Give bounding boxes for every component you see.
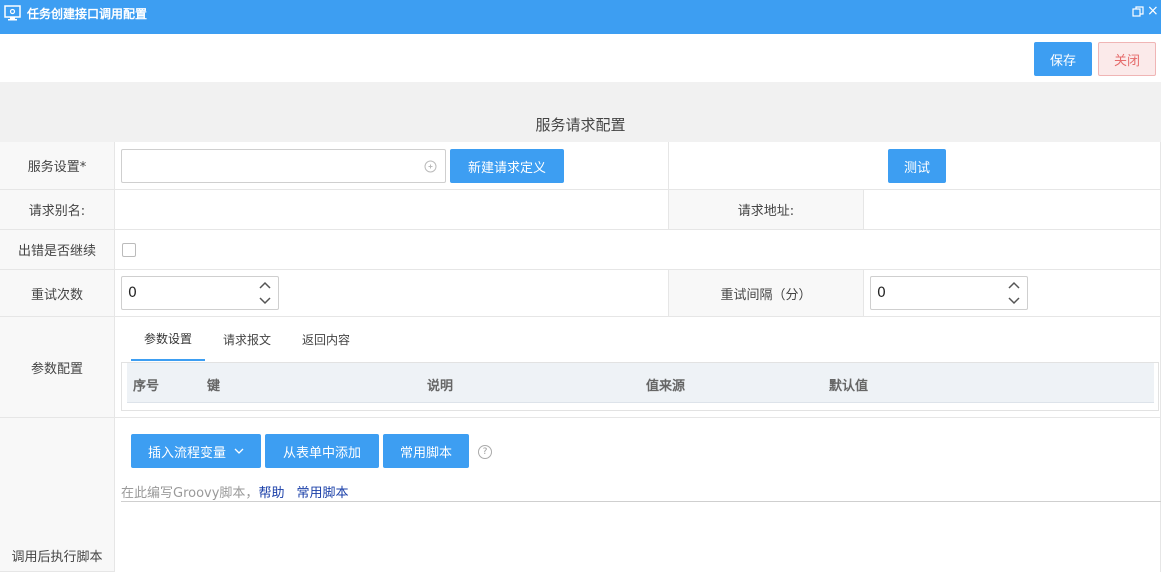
script-placeholder: 在此编写Groovy脚本， [121,486,259,501]
retry-interval-label: 重试间隔（分） [669,270,864,317]
new-request-definition-button[interactable]: 新建请求定义 [450,149,564,183]
tab-param-settings[interactable]: 参数设置 [131,317,205,361]
tab-request-message[interactable]: 请求报文 [211,317,283,361]
column-header-default-value: 默认值 [829,379,869,394]
insert-process-variable-button[interactable]: 插入流程变量 [131,434,261,468]
column-header-description: 说明 [427,379,454,394]
restore-icon[interactable] [1132,6,1144,18]
test-button[interactable]: 测试 [888,149,946,183]
tab-response-content[interactable]: 返回内容 [291,317,361,361]
help-link[interactable]: 帮助 [258,486,284,501]
groovy-script-editor[interactable]: 在此编写Groovy脚本，帮助 常用脚本 [121,482,1161,502]
request-alias-value [115,190,669,230]
service-setting-cell: 新建请求定义 [115,142,669,190]
insert-process-variable-label: 插入流程变量 [147,445,226,461]
close-window-icon[interactable]: × [1147,3,1159,19]
request-alias-label: 请求别名: [0,190,115,230]
top-toolbar: 保存 关闭 [0,34,1161,82]
column-header-key: 键 [207,379,221,394]
retry-count-stepper[interactable]: 0 [121,276,279,310]
service-request-form: 服务设置* 新建请求定义 测试 请求别名: 请求地址: 出错是否继续 重试次数 … [0,142,1161,572]
continue-on-error-checkbox[interactable] [122,243,136,257]
request-url-label: 请求地址: [669,190,864,230]
param-table-header: 序号 键 说明 值来源 默认值 [127,363,1154,403]
post-call-script-label: 调用后执行脚本 [0,418,115,572]
chevron-down-icon [234,448,244,454]
service-setting-label: 服务设置* [0,142,115,190]
retry-count-value: 0 [128,285,137,301]
retry-interval-cell: 0 [864,270,1161,317]
service-input[interactable] [121,149,446,183]
save-button[interactable]: 保存 [1034,42,1092,76]
retry-interval-value: 0 [877,285,886,301]
stepper-arrows-icon[interactable] [1007,279,1021,307]
column-header-value-source: 值来源 [646,379,686,394]
common-script-link[interactable]: 常用脚本 [296,486,348,501]
window-title: 任务创建接口调用配置 [27,7,148,21]
section-header: 服务请求配置 [0,82,1161,142]
close-button[interactable]: 关闭 [1098,42,1156,76]
param-config-label: 参数配置 [0,317,115,418]
retry-count-cell: 0 [115,270,669,317]
section-title: 服务请求配置 [535,116,626,134]
continue-on-error-label: 出错是否继续 [0,230,115,270]
request-url-value [864,190,1161,230]
add-from-form-button[interactable]: 从表单中添加 [265,434,379,468]
retry-count-label: 重试次数 [0,270,115,317]
test-cell: 测试 [669,142,1161,190]
retry-interval-stepper[interactable]: 0 [870,276,1028,310]
continue-on-error-cell [115,230,1161,270]
param-table: 序号 键 说明 值来源 默认值 [121,362,1159,411]
help-icon[interactable]: ? [478,445,492,459]
common-script-button[interactable]: 常用脚本 [383,434,469,468]
monitor-icon [4,5,21,21]
column-header-index: 序号 [133,379,160,394]
window-titlebar: 任务创建接口调用配置 × [0,0,1161,34]
stepper-arrows-icon[interactable] [258,279,272,307]
clear-icon[interactable] [424,160,437,173]
